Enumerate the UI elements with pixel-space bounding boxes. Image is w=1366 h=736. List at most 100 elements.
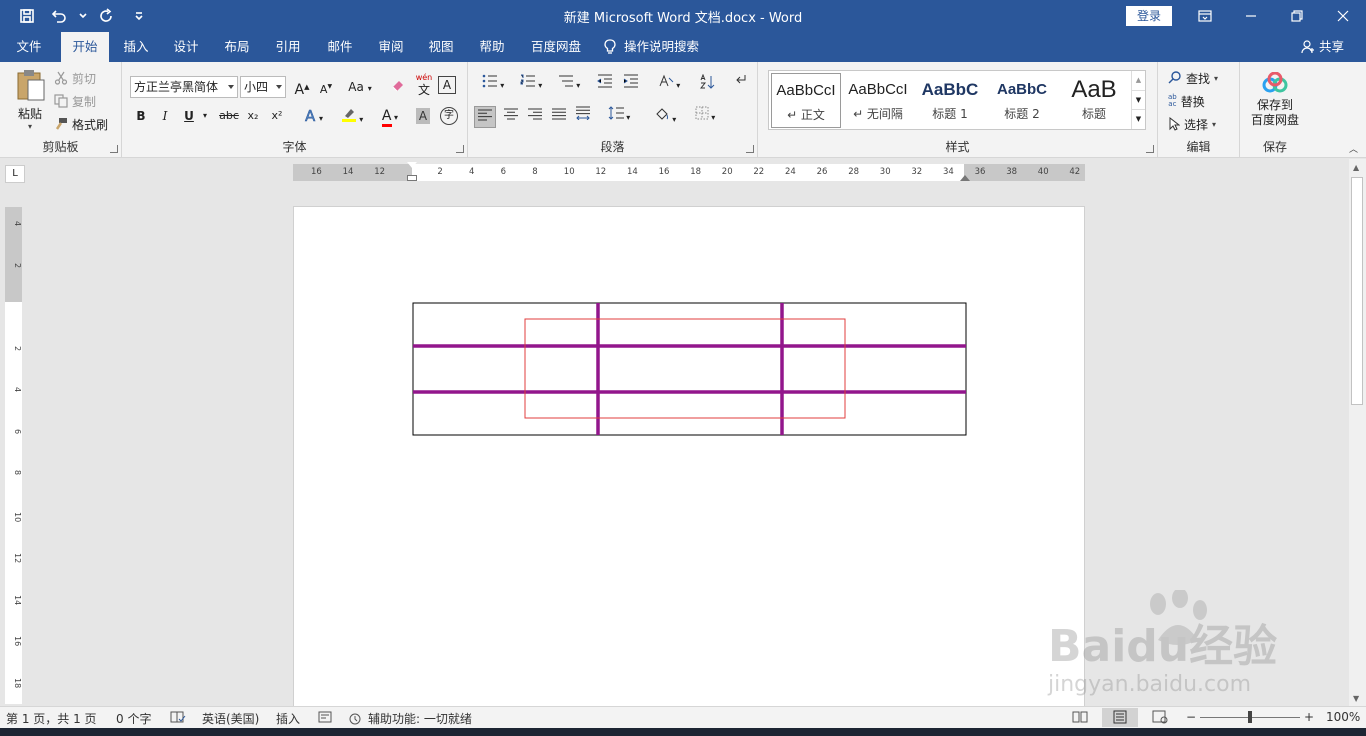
right-indent-marker[interactable]: [960, 175, 970, 181]
web-layout-icon[interactable]: [1152, 710, 1168, 727]
zoom-level[interactable]: 100%: [1326, 710, 1360, 724]
login-button[interactable]: 登录: [1126, 6, 1172, 26]
borders-button[interactable]: ▾: [688, 106, 722, 126]
tab-layout[interactable]: 布局: [215, 32, 259, 62]
tab-mailings[interactable]: 邮件: [318, 32, 362, 62]
align-right-button[interactable]: [524, 106, 546, 126]
zoom-out-button[interactable]: −: [1186, 710, 1196, 724]
hanging-indent-marker[interactable]: [407, 175, 417, 181]
paste-button[interactable]: 粘贴 ▾: [10, 68, 50, 134]
bullets-button[interactable]: ▾: [476, 74, 510, 94]
find-button[interactable]: 查找 ▾: [1168, 68, 1218, 88]
format-painter-button[interactable]: 格式刷: [54, 114, 108, 134]
zoom-slider[interactable]: [1200, 711, 1300, 723]
accessibility-status[interactable]: 辅助功能: 一切就绪: [348, 710, 472, 727]
underline-button[interactable]: U: [180, 106, 198, 126]
style-heading-2[interactable]: AaBbC 标题 2: [987, 73, 1057, 128]
character-shading-button[interactable]: A: [416, 108, 430, 124]
first-line-indent-marker[interactable]: [407, 162, 417, 168]
font-color-button[interactable]: A ▾: [374, 106, 406, 127]
superscript-button[interactable]: x²: [268, 106, 286, 126]
distributed-button[interactable]: [572, 106, 594, 126]
undo-icon[interactable]: [46, 5, 72, 27]
language[interactable]: 英语(美国): [202, 710, 259, 727]
customize-qat-icon[interactable]: [126, 5, 152, 27]
close-icon[interactable]: [1320, 0, 1366, 32]
save-to-baidu-button[interactable]: 保存到 百度网盘: [1245, 72, 1305, 128]
show-marks-button[interactable]: [730, 74, 750, 94]
chinese-layout-button[interactable]: ▾: [652, 74, 686, 94]
copy-button[interactable]: 复制: [54, 91, 96, 111]
tab-help[interactable]: 帮助: [470, 32, 514, 62]
tab-review[interactable]: 审阅: [369, 32, 413, 62]
page-count[interactable]: 第 1 页，共 1 页: [6, 710, 97, 727]
horizontal-ruler[interactable]: 16 14 12 2 4 6 8 10 12 14 16 18 20 22 24 26 28 30 32 34 36 38…: [293, 162, 1085, 181]
font-name-select[interactable]: 方正兰亭黑简体: [130, 76, 238, 98]
underline-dropdown-icon[interactable]: ▾: [200, 106, 210, 126]
tab-insert[interactable]: 插入: [114, 32, 158, 62]
align-left-button[interactable]: [474, 106, 496, 128]
style-title[interactable]: AaB 标题: [1059, 73, 1129, 128]
enclose-characters-button[interactable]: 字: [440, 107, 458, 125]
change-case-button[interactable]: Aa ▾: [344, 77, 376, 97]
tab-references[interactable]: 引用: [266, 32, 310, 62]
minimize-icon[interactable]: [1228, 0, 1274, 32]
save-icon[interactable]: [14, 5, 40, 27]
scrollbar-thumb[interactable]: [1351, 177, 1363, 405]
vertical-ruler[interactable]: 4 2 2 4 6 8 10 12 14 16 18: [5, 207, 22, 704]
insert-mode[interactable]: 插入: [276, 710, 300, 727]
justify-button[interactable]: [548, 106, 570, 126]
collapse-ribbon-icon[interactable]: ︿: [1349, 142, 1358, 155]
scroll-up-icon[interactable]: ▲: [1353, 163, 1359, 172]
tell-me-search[interactable]: 操作说明搜索: [604, 32, 724, 62]
multilevel-list-button[interactable]: ▾: [552, 74, 586, 94]
style-heading-1[interactable]: AaBbC 标题 1: [915, 73, 985, 128]
align-center-button[interactable]: [500, 106, 522, 126]
italic-button[interactable]: I: [156, 106, 174, 126]
paste-dropdown-icon[interactable]: ▾: [10, 122, 50, 131]
vertical-scrollbar[interactable]: ▲ ▼: [1349, 159, 1366, 706]
undo-dropdown-icon[interactable]: [78, 5, 88, 27]
strikethrough-button[interactable]: abc: [218, 106, 240, 126]
styles-more-icon[interactable]: ▼: [1132, 109, 1145, 128]
replace-button[interactable]: ab ac 替换: [1168, 91, 1205, 111]
style-normal[interactable]: AaBbCcI ↵ 正文: [771, 73, 841, 128]
document-page[interactable]: [293, 206, 1085, 706]
share-button[interactable]: 共享: [1301, 32, 1344, 62]
highlight-button[interactable]: ▾: [336, 106, 368, 126]
tab-home[interactable]: 开始: [61, 32, 109, 62]
word-count[interactable]: 0 个字: [116, 710, 151, 727]
line-spacing-button[interactable]: ▾: [602, 106, 636, 126]
print-layout-icon[interactable]: [1102, 708, 1138, 727]
font-size-select[interactable]: 小四: [240, 76, 286, 98]
ribbon-display-icon[interactable]: [1182, 0, 1228, 32]
scroll-down-icon[interactable]: ▼: [1353, 694, 1359, 703]
clear-formatting-button[interactable]: [388, 77, 408, 97]
paragraph-launcher-icon[interactable]: [746, 145, 754, 153]
font-launcher-icon[interactable]: [456, 145, 464, 153]
redo-icon[interactable]: [94, 5, 120, 27]
text-effects-button[interactable]: A ▾: [298, 106, 330, 126]
decrease-indent-button[interactable]: [594, 74, 616, 94]
character-border-button[interactable]: A: [438, 76, 456, 94]
tab-baidu-netdisk[interactable]: 百度网盘: [522, 32, 590, 62]
increase-indent-button[interactable]: [620, 74, 642, 94]
document-table[interactable]: [294, 207, 1086, 707]
tab-selector[interactable]: L: [5, 165, 25, 183]
clipboard-launcher-icon[interactable]: [110, 145, 118, 153]
cut-button[interactable]: 剪切: [54, 68, 96, 88]
styles-launcher-icon[interactable]: [1146, 145, 1154, 153]
bold-button[interactable]: B: [132, 106, 150, 126]
macro-recording-icon[interactable]: [318, 710, 332, 727]
styles-scroll-down-icon[interactable]: ▼: [1132, 90, 1145, 109]
read-mode-icon[interactable]: [1072, 710, 1088, 727]
style-no-spacing[interactable]: AaBbCcI ↵ 无间隔: [843, 73, 913, 128]
numbering-button[interactable]: ▾: [514, 74, 548, 94]
shrink-font-button[interactable]: A▼: [316, 77, 336, 97]
zoom-in-button[interactable]: +: [1304, 710, 1314, 724]
subscript-button[interactable]: x₂: [244, 106, 262, 126]
select-button[interactable]: 选择 ▾: [1168, 114, 1216, 134]
grow-font-button[interactable]: A▲: [292, 77, 312, 98]
sort-button[interactable]: [698, 74, 718, 94]
restore-icon[interactable]: [1274, 0, 1320, 32]
